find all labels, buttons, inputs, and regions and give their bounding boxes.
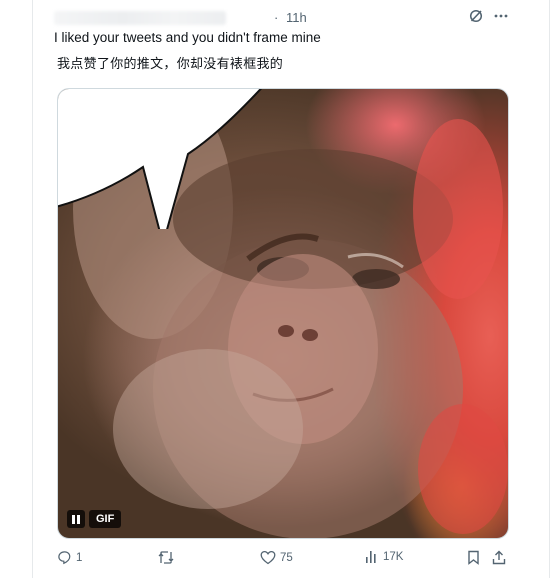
reply-count: 1 xyxy=(76,551,83,564)
gif-controls: GIF xyxy=(67,510,122,528)
gif-media[interactable]: GIF xyxy=(57,88,509,539)
left-divider xyxy=(32,0,33,578)
heart-icon xyxy=(260,550,276,565)
repost-icon xyxy=(158,551,174,564)
repost-button[interactable] xyxy=(158,550,178,565)
tweet-header: · 11h xyxy=(54,9,510,27)
like-count: 75 xyxy=(280,551,293,564)
tweet-top-actions xyxy=(468,8,509,24)
tweet-text-chinese: 我点赞了你的推文，你却没有裱框我的 xyxy=(57,57,284,72)
gif-badge: GIF xyxy=(89,510,122,528)
blurred-author-name[interactable] xyxy=(54,11,226,25)
pause-icon[interactable] xyxy=(67,510,85,528)
timestamp[interactable]: 11h xyxy=(286,10,307,25)
share-icon xyxy=(492,550,506,565)
bookmark-button[interactable] xyxy=(467,550,480,565)
reply-icon xyxy=(58,551,71,565)
share-button[interactable] xyxy=(492,550,506,565)
like-button[interactable]: 75 xyxy=(260,550,293,565)
tweet-action-bar: 1 75 17K xyxy=(57,550,507,568)
separator-dot: · xyxy=(274,10,279,25)
reply-button[interactable]: 1 xyxy=(57,550,82,565)
grok-icon[interactable] xyxy=(468,8,484,24)
speech-bubble-overlay xyxy=(58,89,263,229)
tweet-text-english: I liked your tweets and you didn't frame… xyxy=(54,30,321,45)
bookmark-icon xyxy=(468,550,479,565)
views-count: 17K xyxy=(383,551,404,563)
more-icon[interactable] xyxy=(493,8,509,24)
views-icon xyxy=(366,551,376,563)
views-button[interactable]: 17K xyxy=(365,550,403,564)
